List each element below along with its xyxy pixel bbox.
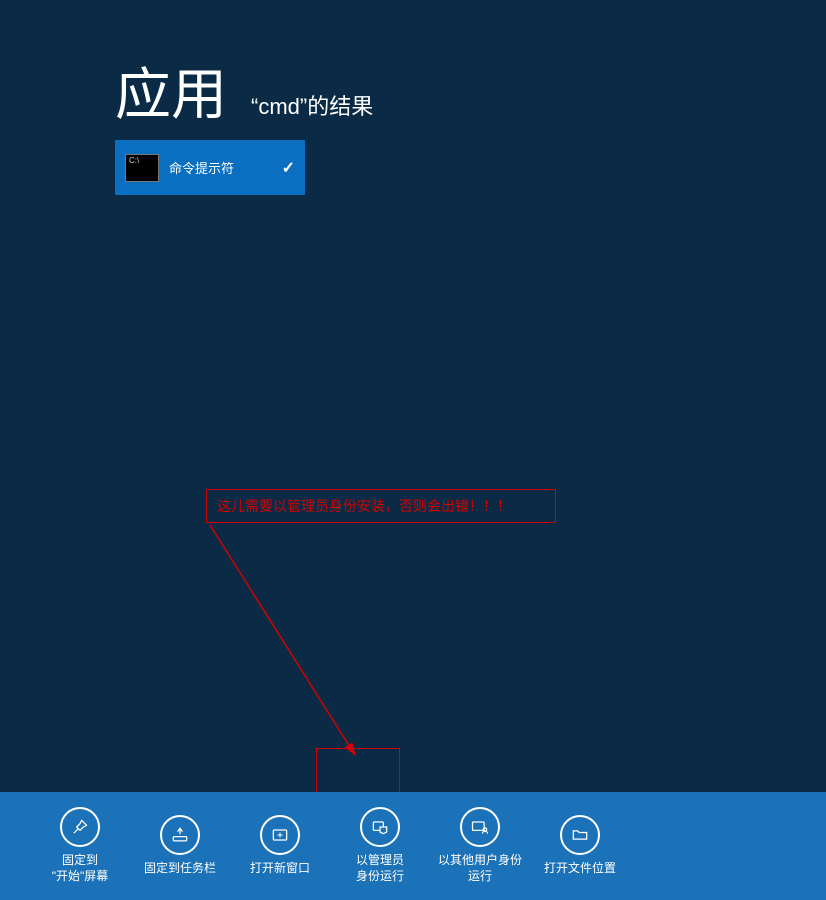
action-label: 固定到 "开始"屏幕 xyxy=(52,853,109,884)
annotation-box: 这儿需要以管理员身份安装，否则会出错！！！ xyxy=(206,489,556,523)
folder-icon xyxy=(560,815,600,855)
annotation-arrow xyxy=(0,0,826,900)
taskbar-pin-icon xyxy=(160,815,200,855)
annotation-text: 这儿需要以管理员身份安装，否则会出错！！！ xyxy=(217,496,511,516)
result-label: 命令提示符 xyxy=(169,158,272,177)
app-bar: 固定到 "开始"屏幕 固定到任务栏 打开新窗口 以管理员 身份运行 以其他用户身… xyxy=(0,792,826,900)
action-pin-taskbar[interactable]: 固定到任务栏 xyxy=(130,792,230,900)
action-label: 以其他用户身份 运行 xyxy=(438,853,522,884)
new-window-icon xyxy=(260,815,300,855)
check-icon: ✓ xyxy=(282,158,295,178)
action-pin-start[interactable]: 固定到 "开始"屏幕 xyxy=(30,792,130,900)
admin-shield-icon xyxy=(360,807,400,847)
action-label: 打开文件位置 xyxy=(544,861,616,877)
other-user-icon xyxy=(460,807,500,847)
page-header: 应用 “cmd”的结果 xyxy=(115,50,373,131)
result-tile-cmd[interactable]: C:\ 命令提示符 ✓ xyxy=(115,140,305,195)
action-label: 以管理员 身份运行 xyxy=(356,853,404,884)
cmd-icon-text: C:\ xyxy=(129,157,139,165)
action-label: 固定到任务栏 xyxy=(144,861,216,877)
action-new-window[interactable]: 打开新窗口 xyxy=(230,792,330,900)
page-title: 应用 xyxy=(115,50,227,131)
action-run-admin[interactable]: 以管理员 身份运行 xyxy=(330,792,430,900)
action-open-location[interactable]: 打开文件位置 xyxy=(530,792,630,900)
cmd-icon: C:\ xyxy=(125,154,159,182)
action-label: 打开新窗口 xyxy=(250,861,310,877)
pin-icon xyxy=(60,807,100,847)
page-subtitle: “cmd”的结果 xyxy=(251,89,373,121)
action-run-other-user[interactable]: 以其他用户身份 运行 xyxy=(430,792,530,900)
